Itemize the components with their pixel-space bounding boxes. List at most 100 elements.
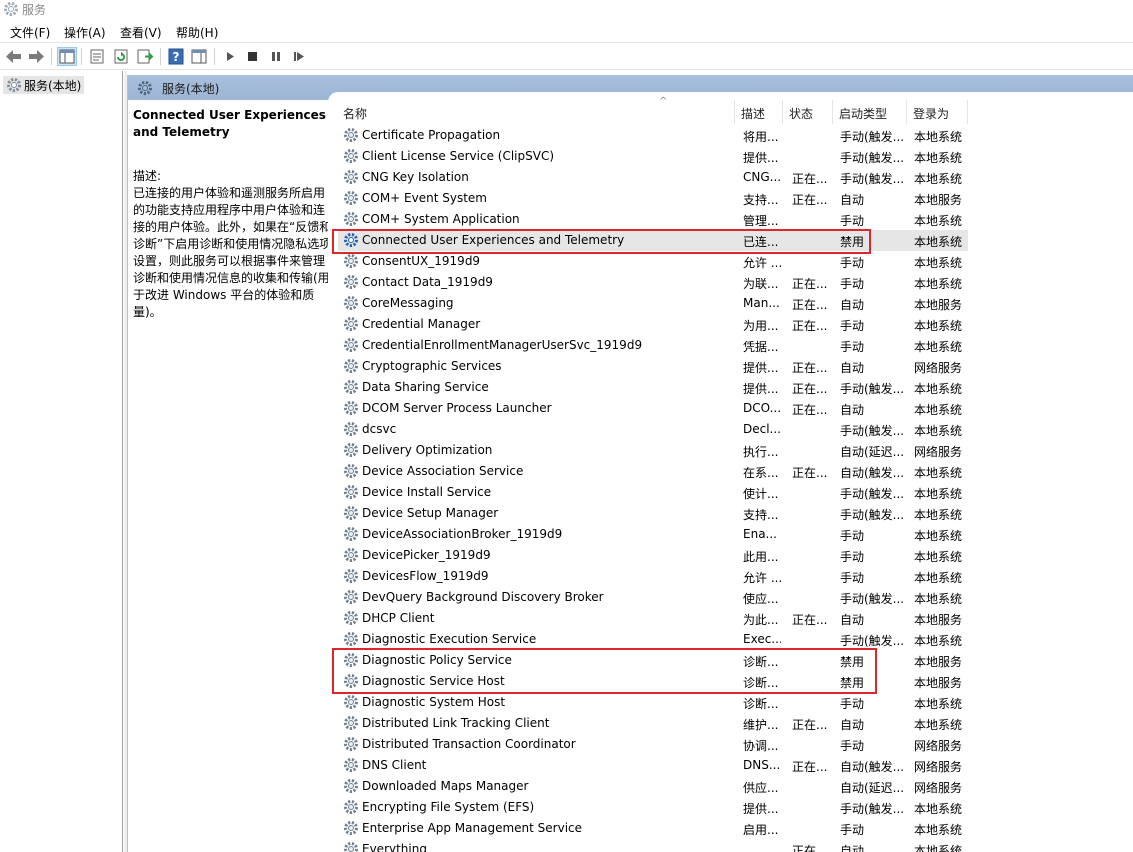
table-row[interactable]: COM+ Event System 支持... 正在... 自动 本地服务 [338, 188, 968, 209]
service-logon-cell: 本地系统 [914, 130, 963, 144]
service-startup-type-cell: 自动 [840, 193, 865, 207]
service-logon-cell: 本地服务 [914, 676, 963, 690]
table-row[interactable]: Enterprise App Management Service 启用... 手动… [338, 818, 968, 839]
service-logon-cell: 本地系统 [914, 571, 963, 585]
table-row[interactable]: CredentialEnrollmentManagerUserSvc_1919d… [338, 335, 968, 356]
export-list-icon[interactable] [135, 47, 155, 66]
table-row[interactable]: ConsentUX_1919d9 允许 ... 手动 本地系统 [338, 251, 968, 272]
stop-service-icon[interactable] [243, 47, 263, 66]
service-startup-type-cell: 手动(触发... [840, 424, 905, 438]
service-description-cell: 提供... [743, 151, 779, 165]
service-gear-icon [344, 695, 358, 709]
service-status-cell: 正在... [792, 403, 828, 417]
service-name-cell: Contact Data_1919d9 [362, 275, 493, 289]
service-gear-icon [344, 464, 358, 478]
service-description-cell: Exec... [743, 632, 781, 646]
table-row[interactable]: DCOM Server Process Launcher DCO... 正在... 自… [338, 398, 968, 419]
table-row[interactable]: DevicePicker_1919d9 此用... 手动 本地系统 [338, 545, 968, 566]
service-name-cell: Device Association Service [362, 464, 524, 478]
column-header-description[interactable]: 描述 [736, 100, 783, 124]
table-row[interactable]: Cryptographic Services 提供... 正在... 自动 网络服务 [338, 356, 968, 377]
service-description-cell: 维护... [743, 718, 779, 732]
restart-service-icon[interactable] [289, 47, 309, 66]
table-row[interactable]: Certificate Propagation 将用... 手动(触发... 本地系统 [338, 125, 968, 146]
table-row[interactable]: Everything 正在... 自动 本地系统 [338, 839, 968, 852]
table-row[interactable]: Device Install Service 使计... 手动(触发... 本地系统 [338, 482, 968, 503]
service-gear-icon [344, 338, 358, 352]
table-row[interactable]: Client License Service (ClipSVC) 提供... 手动(… [338, 146, 968, 167]
tree-item-services-local[interactable]: 服务(本地) [3, 76, 85, 94]
service-status-cell: 正在... [792, 193, 828, 207]
service-name-cell: DevicesFlow_1919d9 [362, 569, 489, 583]
show-hide-action-pane-icon[interactable] [189, 47, 209, 66]
service-name-cell: Certificate Propagation [362, 128, 501, 142]
service-startup-type-cell: 自动(延迟... [840, 445, 905, 459]
service-gear-icon [344, 716, 358, 730]
service-description-cell: Decl... [743, 422, 781, 436]
table-row[interactable]: COM+ System Application 管理... 手动 本地系统 [338, 209, 968, 230]
service-startup-type-cell: 手动 [840, 529, 865, 543]
service-logon-cell: 本地系统 [914, 235, 963, 249]
service-name-cell: Data Sharing Service [362, 380, 489, 394]
properties-icon[interactable] [87, 47, 107, 66]
table-row[interactable]: Delivery Optimization 执行... 自动(延迟... 网络服务 [338, 440, 968, 461]
table-row[interactable]: dcsvc Decl... 手动(触发... 本地系统 [338, 419, 968, 440]
table-row[interactable]: CoreMessaging Man... 正在... 自动 本地服务 [338, 293, 968, 314]
column-header-log-on-as[interactable]: 登录为 [908, 100, 968, 124]
menu-help[interactable]: 帮助(H) [176, 24, 218, 41]
forward-icon[interactable] [26, 47, 46, 66]
service-name-cell: DNS Client [362, 758, 427, 772]
help-icon[interactable]: ? [166, 47, 186, 66]
service-gear-icon [344, 758, 358, 772]
service-startup-type-cell: 手动 [840, 214, 865, 228]
services-gear-icon [4, 2, 18, 16]
pause-service-icon[interactable] [266, 47, 286, 66]
service-gear-icon [344, 569, 358, 583]
highlight-box-connected-user-experiences [332, 229, 871, 254]
table-row[interactable]: Credential Manager 为用... 正在... 手动 本地系统 [338, 314, 968, 335]
table-row[interactable]: Downloaded Maps Manager 供应... 自动(延迟... 网络服务 [338, 776, 968, 797]
service-startup-type-cell: 自动 [840, 361, 865, 375]
table-row[interactable]: DevQuery Background Discovery Broker 使应..… [338, 587, 968, 608]
table-row[interactable]: Diagnostic Execution Service Exec... 手动(触发… [338, 629, 968, 650]
table-row[interactable]: Encrypting File System (EFS) 提供... 手动(触发..… [338, 797, 968, 818]
service-status-cell: 正在... [792, 844, 828, 852]
back-icon[interactable] [4, 47, 24, 66]
column-header-startup-type[interactable]: 启动类型 [834, 100, 907, 124]
column-header-name[interactable]: 名称 [338, 100, 735, 124]
service-logon-cell: 本地系统 [914, 256, 963, 270]
menu-view[interactable]: 查看(V) [120, 24, 162, 41]
menu-action[interactable]: 操作(A) [64, 24, 106, 41]
service-logon-cell: 网络服务 [914, 739, 963, 753]
service-description: 已连接的用户体验和遥测服务所启用的功能支持应用程序中用户体验和连接的用户体验。此… [133, 186, 332, 319]
menu-file[interactable]: 文件(F) [10, 24, 50, 41]
service-gear-icon [344, 128, 358, 142]
refresh-icon[interactable] [111, 47, 131, 66]
show-hide-tree-icon[interactable] [57, 47, 77, 66]
table-row[interactable]: Diagnostic System Host 诊断... 手动 本地系统 [338, 692, 968, 713]
service-startup-type-cell: 手动(触发... [840, 508, 905, 522]
service-name-cell: DeviceAssociationBroker_1919d9 [362, 527, 563, 541]
table-row[interactable]: Device Association Service 在系... 正在... 自动(触… [338, 461, 968, 482]
service-startup-type-cell: 手动 [840, 823, 865, 837]
title-bar: 服务 [0, 0, 1133, 20]
table-row[interactable]: Data Sharing Service 提供... 正在... 手动(触发... 本地… [338, 377, 968, 398]
table-row[interactable]: CNG Key Isolation CNG... 正在... 手动(触发... 本地系统 [338, 167, 968, 188]
service-description-cell: 为联... [743, 277, 779, 291]
table-row[interactable]: Distributed Link Tracking Client 维护... 正在.… [338, 713, 968, 734]
service-description-cell: 允许 ... [743, 256, 781, 270]
table-row[interactable]: DNS Client DNS... 正在... 自动(触发... 网络服务 [338, 755, 968, 776]
table-row[interactable]: DeviceAssociationBroker_1919d9 Ena... 手动 本地… [338, 524, 968, 545]
service-gear-icon [344, 380, 358, 394]
service-name-cell: Distributed Link Tracking Client [362, 716, 550, 730]
start-service-icon[interactable] [220, 47, 240, 66]
table-row[interactable]: DHCP Client 为此... 正在... 自动 本地服务 [338, 608, 968, 629]
service-startup-type-cell: 自动 [840, 718, 865, 732]
table-row[interactable]: Device Setup Manager 支持... 手动(触发... 本地系统 [338, 503, 968, 524]
table-row[interactable]: Contact Data_1919d9 为联... 正在... 手动 本地系统 [338, 272, 968, 293]
column-header-status[interactable]: 状态 [784, 100, 833, 124]
table-row[interactable]: Distributed Transaction Coordinator 协调...… [338, 734, 968, 755]
service-name-cell: CredentialEnrollmentManagerUserSvc_1919d… [362, 338, 643, 352]
description-label: 描述: [133, 169, 162, 183]
table-row[interactable]: DevicesFlow_1919d9 允许 ... 手动 本地系统 [338, 566, 968, 587]
